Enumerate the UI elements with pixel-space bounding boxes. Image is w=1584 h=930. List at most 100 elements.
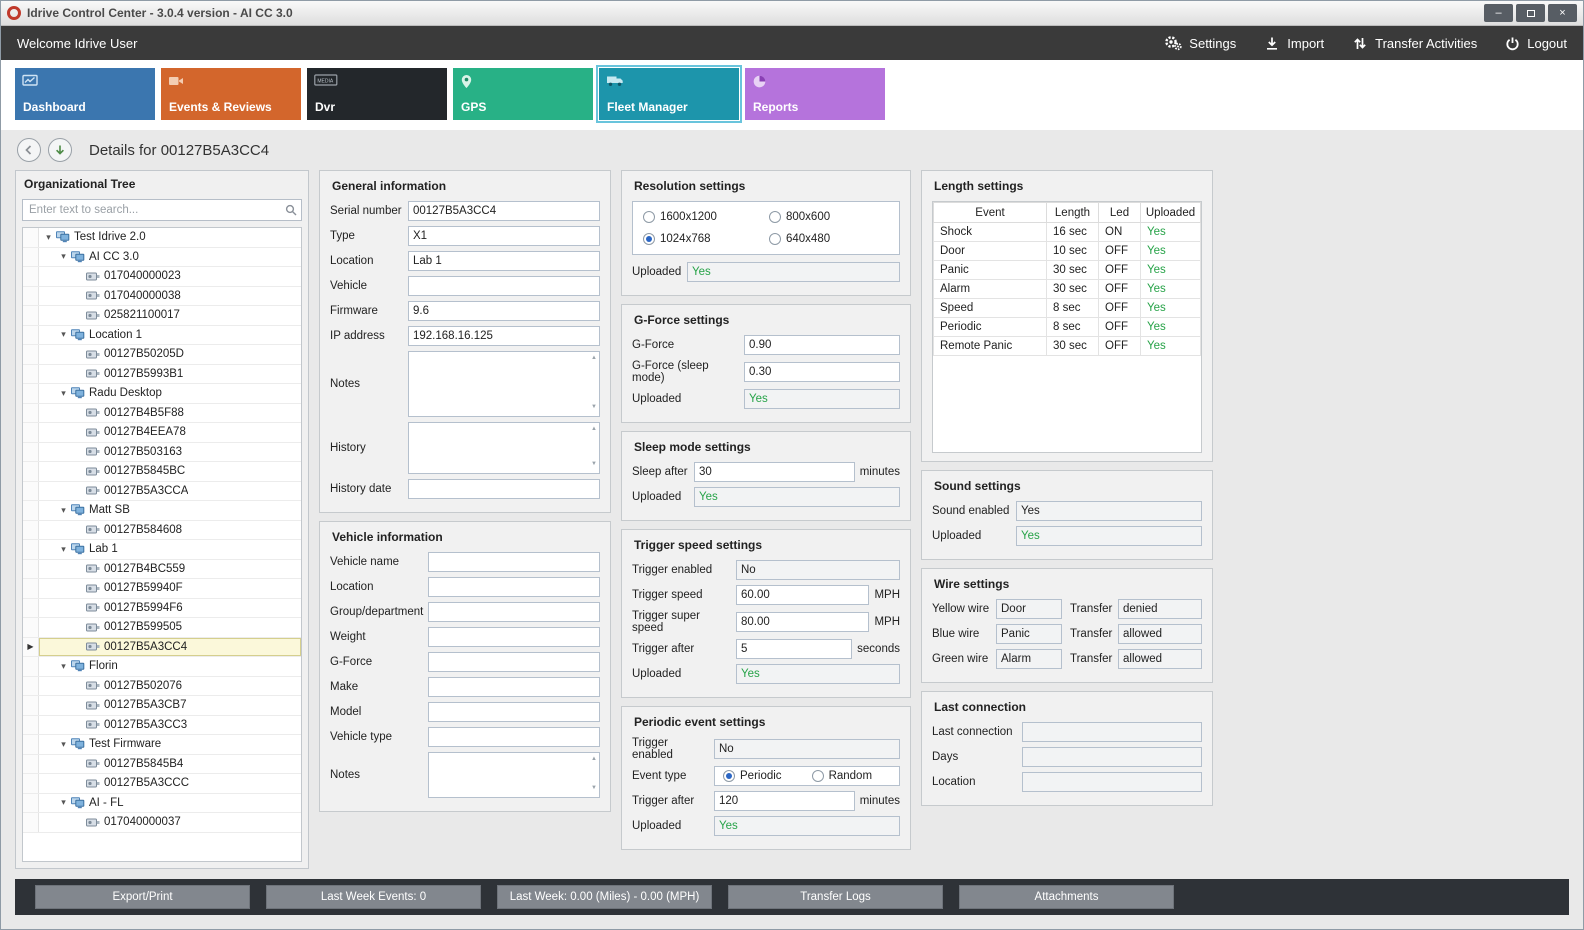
1024x768-radio[interactable]: 1024x768: [643, 233, 763, 245]
blue-wire-transfer-input[interactable]: [1118, 624, 1202, 644]
length-table-row[interactable]: Speed8 secOFFYes: [934, 299, 1201, 318]
tab-dvr[interactable]: MEDIA Dvr: [307, 68, 447, 120]
attachments-button[interactable]: Attachments: [959, 885, 1174, 909]
firmware-input[interactable]: [408, 301, 600, 321]
yellow-wire-event-input[interactable]: [996, 599, 1062, 619]
yellow-wire-transfer-input[interactable]: [1118, 599, 1202, 619]
length-table-row[interactable]: Periodic8 secOFFYes: [934, 318, 1201, 337]
location-input[interactable]: [408, 251, 600, 271]
tree-row[interactable]: ▾Test Idrive 2.0: [23, 228, 301, 248]
group-department-input[interactable]: [428, 602, 600, 622]
notes-textarea[interactable]: [408, 351, 600, 417]
tab-gps[interactable]: GPS: [453, 68, 593, 120]
tree-row[interactable]: ▾AI - FL: [23, 794, 301, 814]
tab-dashboard[interactable]: Dashboard: [15, 68, 155, 120]
tree-row[interactable]: 017040000038: [23, 287, 301, 307]
import-button[interactable]: Import: [1264, 36, 1324, 51]
expander-icon[interactable]: ▾: [57, 739, 70, 750]
serial-number-input[interactable]: [408, 201, 600, 221]
tree-row[interactable]: 00127B59940F: [23, 579, 301, 599]
expander-icon[interactable]: ▾: [57, 329, 70, 340]
logout-button[interactable]: Logout: [1505, 36, 1567, 51]
tree-row[interactable]: 00127B599505: [23, 618, 301, 638]
tree-row[interactable]: 00127B4EEA78: [23, 423, 301, 443]
blue-wire-event-input[interactable]: [996, 624, 1062, 644]
weight-input[interactable]: [428, 627, 600, 647]
location-input[interactable]: [428, 577, 600, 597]
spin-up-icon[interactable]: ▲: [591, 756, 597, 762]
spin-up-icon[interactable]: ▲: [591, 426, 597, 432]
trigger-after-input[interactable]: [736, 639, 852, 659]
expander-icon[interactable]: ▾: [57, 388, 70, 399]
back-button[interactable]: [17, 138, 41, 162]
uploaded-input[interactable]: [714, 816, 900, 836]
tree-row[interactable]: 00127B5A3CCA: [23, 482, 301, 502]
expander-icon[interactable]: ▾: [57, 251, 70, 262]
640x480-radio[interactable]: 640x480: [769, 233, 889, 245]
length-table-row[interactable]: Alarm30 secOFFYes: [934, 280, 1201, 299]
vehicle-input[interactable]: [408, 276, 600, 296]
location-input[interactable]: [1022, 772, 1202, 792]
tree-row[interactable]: 00127B503163: [23, 443, 301, 463]
tree-row[interactable]: ▾Radu Desktop: [23, 384, 301, 404]
tree-row[interactable]: 00127B5845B4: [23, 755, 301, 775]
tree-row[interactable]: ▾Matt SB: [23, 501, 301, 521]
transfer-activities-button[interactable]: Transfer Activities: [1352, 36, 1477, 51]
tree-row[interactable]: 017040000037: [23, 813, 301, 833]
tree-row[interactable]: 00127B50205D: [23, 345, 301, 365]
tree-row[interactable]: 00127B502076: [23, 677, 301, 697]
random-radio[interactable]: Random: [812, 770, 872, 782]
expander-icon[interactable]: ▾: [57, 797, 70, 808]
length-table-row[interactable]: Panic30 secOFFYes: [934, 261, 1201, 280]
tree-row[interactable]: 00127B4B5F88: [23, 404, 301, 424]
tree-row[interactable]: 00127B5993B1: [23, 365, 301, 385]
minimize-button[interactable]: –: [1484, 4, 1513, 22]
length-table-row[interactable]: Door10 secOFFYes: [934, 242, 1201, 261]
tab-events-reviews[interactable]: Events & Reviews: [161, 68, 301, 120]
tree-row[interactable]: ▾Location 1: [23, 326, 301, 346]
search-input[interactable]: [22, 199, 302, 221]
uploaded-input[interactable]: [1016, 526, 1202, 546]
maximize-button[interactable]: [1516, 4, 1545, 22]
last-week-stats-button[interactable]: Last Week: 0.00 (Miles) - 0.00 (MPH): [497, 885, 712, 909]
uploaded-input[interactable]: [687, 262, 900, 282]
tree-row[interactable]: 025821100017: [23, 306, 301, 326]
g-force-input[interactable]: [744, 335, 900, 355]
trigger-enabled-input[interactable]: [714, 739, 900, 759]
trigger-super-speed-input[interactable]: [736, 612, 869, 632]
tree-row[interactable]: 00127B5994F6: [23, 599, 301, 619]
tab-fleet-manager[interactable]: Fleet Manager: [599, 68, 739, 120]
transfer-logs-button[interactable]: Transfer Logs: [728, 885, 943, 909]
settings-button[interactable]: Settings: [1163, 35, 1236, 51]
uploaded-input[interactable]: [736, 664, 900, 684]
800x600-radio[interactable]: 800x600: [769, 211, 889, 223]
expand-down-button[interactable]: [48, 138, 72, 162]
history-textarea[interactable]: [408, 422, 600, 474]
trigger-speed-input[interactable]: [736, 585, 869, 605]
tree-row[interactable]: ▾Test Firmware: [23, 735, 301, 755]
history-date-input[interactable]: [408, 479, 600, 499]
model-input[interactable]: [428, 702, 600, 722]
spin-down-icon[interactable]: ▼: [591, 785, 597, 791]
days-input[interactable]: [1022, 747, 1202, 767]
uploaded-input[interactable]: [744, 389, 900, 409]
green-wire-event-input[interactable]: [996, 649, 1062, 669]
tree-row[interactable]: ▾Lab 1: [23, 540, 301, 560]
tree-row[interactable]: 00127B4BC559: [23, 560, 301, 580]
spin-up-icon[interactable]: ▲: [591, 355, 597, 361]
tree-row[interactable]: ▾AI CC 3.0: [23, 248, 301, 268]
spin-down-icon[interactable]: ▼: [591, 461, 597, 467]
trigger-after-input[interactable]: [714, 791, 855, 811]
tree-row[interactable]: ▶00127B5A3CC4: [23, 638, 301, 658]
tree-row[interactable]: 00127B5A3CC3: [23, 716, 301, 736]
tree-row[interactable]: 00127B584608: [23, 521, 301, 541]
1600x1200-radio[interactable]: 1600x1200: [643, 211, 763, 223]
expander-icon[interactable]: ▾: [42, 232, 55, 243]
export-print-button[interactable]: Export/Print: [35, 885, 250, 909]
make-input[interactable]: [428, 677, 600, 697]
vehicle-name-input[interactable]: [428, 552, 600, 572]
last-connection-input[interactable]: [1022, 722, 1202, 742]
periodic-radio[interactable]: Periodic: [723, 770, 782, 782]
tree-row[interactable]: 00127B5A3CCC: [23, 774, 301, 794]
sleep-after-input[interactable]: [694, 462, 855, 482]
